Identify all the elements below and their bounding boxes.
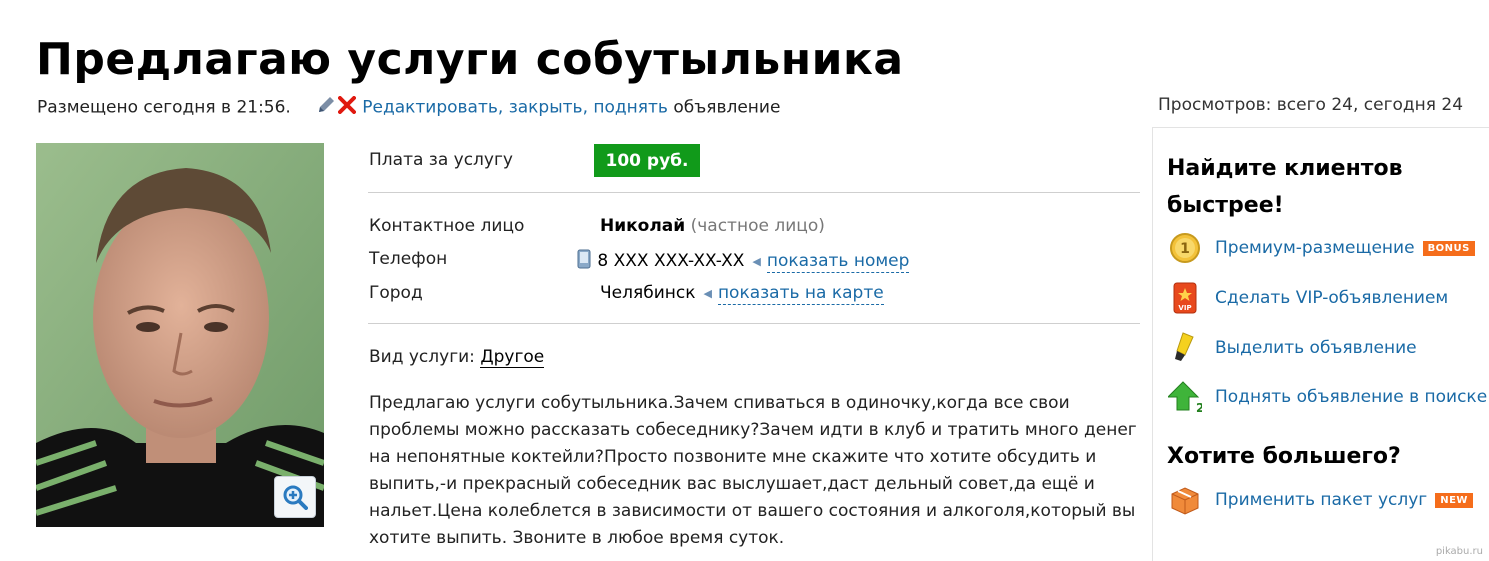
service-type-link[interactable]: Другое bbox=[480, 347, 545, 368]
post-meta: Размещено сегодня в 21:56. Редактировать… bbox=[37, 95, 780, 120]
sidebar-item-label: Выделить объявление bbox=[1215, 338, 1417, 358]
magnifier-plus-icon bbox=[283, 485, 308, 510]
views-counter: Просмотров: всего 24, сегодня 24 bbox=[1158, 95, 1464, 115]
price-badge: 100 руб. bbox=[594, 144, 700, 177]
package-box-icon bbox=[1167, 482, 1203, 518]
sidebar-item-label: Поднять объявление в поиске bbox=[1215, 387, 1488, 407]
zoom-photo-button[interactable] bbox=[274, 476, 316, 518]
divider bbox=[368, 192, 1140, 193]
sidebar-divider-horizontal bbox=[1152, 127, 1489, 128]
bonus-badge: BONUS bbox=[1422, 240, 1475, 256]
mobile-phone-icon bbox=[577, 249, 591, 269]
price-label: Плата за услугу bbox=[369, 150, 513, 170]
listing-photo[interactable] bbox=[36, 143, 324, 527]
actions-suffix: объявление bbox=[673, 97, 781, 118]
sidebar-heading-want-more: Хотите большего? bbox=[1167, 444, 1401, 469]
city-label: Город bbox=[369, 283, 423, 303]
phone-number: 8 XXX XXX-XX-XX bbox=[597, 251, 745, 271]
gold-coin-icon: 1 bbox=[1167, 230, 1203, 266]
svg-text:VIP: VIP bbox=[1178, 304, 1191, 312]
close-icon[interactable] bbox=[338, 96, 357, 119]
contact-value: Николай (частное лицо) bbox=[600, 216, 825, 236]
phone-label: Телефон bbox=[369, 249, 448, 269]
show-phone-link[interactable]: показать номер bbox=[766, 251, 910, 273]
contact-type: (частное лицо) bbox=[690, 216, 825, 236]
contact-name: Николай bbox=[600, 216, 686, 236]
sidebar-divider-vertical bbox=[1152, 127, 1153, 561]
new-badge: NEW bbox=[1435, 492, 1473, 508]
arrow-left-icon: ◀ bbox=[703, 286, 712, 300]
service-type-label: Вид услуги: bbox=[369, 347, 475, 367]
city-value-row: Челябинск ◀ показать на карте bbox=[600, 283, 884, 305]
watermark: pikabu.ru bbox=[1435, 546, 1483, 557]
sidebar-item-label: Премиум-размещение bbox=[1215, 238, 1415, 258]
highlighter-icon bbox=[1167, 330, 1203, 366]
listing-description: Предлагаю услуги собутыльника.Зачем спив… bbox=[369, 393, 1137, 548]
phone-value-row: 8 XXX XXX-XX-XX ◀ показать номер bbox=[576, 249, 910, 273]
arrow-left-icon: ◀ bbox=[752, 254, 761, 268]
pencil-icon[interactable] bbox=[316, 95, 336, 120]
show-map-link[interactable]: показать на карте bbox=[717, 283, 884, 305]
city-name: Челябинск bbox=[600, 283, 696, 303]
sidebar-item-premium[interactable]: 1 Премиум-размещение BONUS bbox=[1167, 230, 1475, 266]
service-type: Вид услуги: Другое bbox=[369, 347, 545, 368]
vip-icon: VIP bbox=[1167, 280, 1203, 316]
posted-time: Размещено сегодня в 21:56. bbox=[37, 97, 291, 118]
up-arrow-icon: 2 bbox=[1167, 379, 1203, 415]
sidebar-item-raise[interactable]: 2 Поднять объявление в поиске bbox=[1167, 379, 1487, 415]
sidebar-item-label: Сделать VIP-объявлением bbox=[1215, 288, 1449, 308]
svg-text:2: 2 bbox=[1196, 401, 1202, 414]
edit-close-raise-link[interactable]: Редактировать, закрыть, поднять bbox=[362, 98, 668, 118]
sidebar-heading-find-clients: Найдите клиентов быстрее! bbox=[1167, 156, 1403, 218]
svg-text:1: 1 bbox=[1180, 241, 1190, 257]
sidebar-item-highlight[interactable]: Выделить объявление bbox=[1167, 330, 1417, 366]
divider bbox=[368, 323, 1140, 324]
sidebar-item-package[interactable]: Применить пакет услуг NEW bbox=[1167, 482, 1473, 518]
contact-label: Контактное лицо bbox=[369, 216, 525, 236]
page-title: Предлагаю услуги собутыльника bbox=[36, 34, 904, 85]
sidebar-item-vip[interactable]: VIP Сделать VIP-объявлением bbox=[1167, 280, 1448, 316]
sidebar-item-label: Применить пакет услуг bbox=[1215, 490, 1428, 510]
